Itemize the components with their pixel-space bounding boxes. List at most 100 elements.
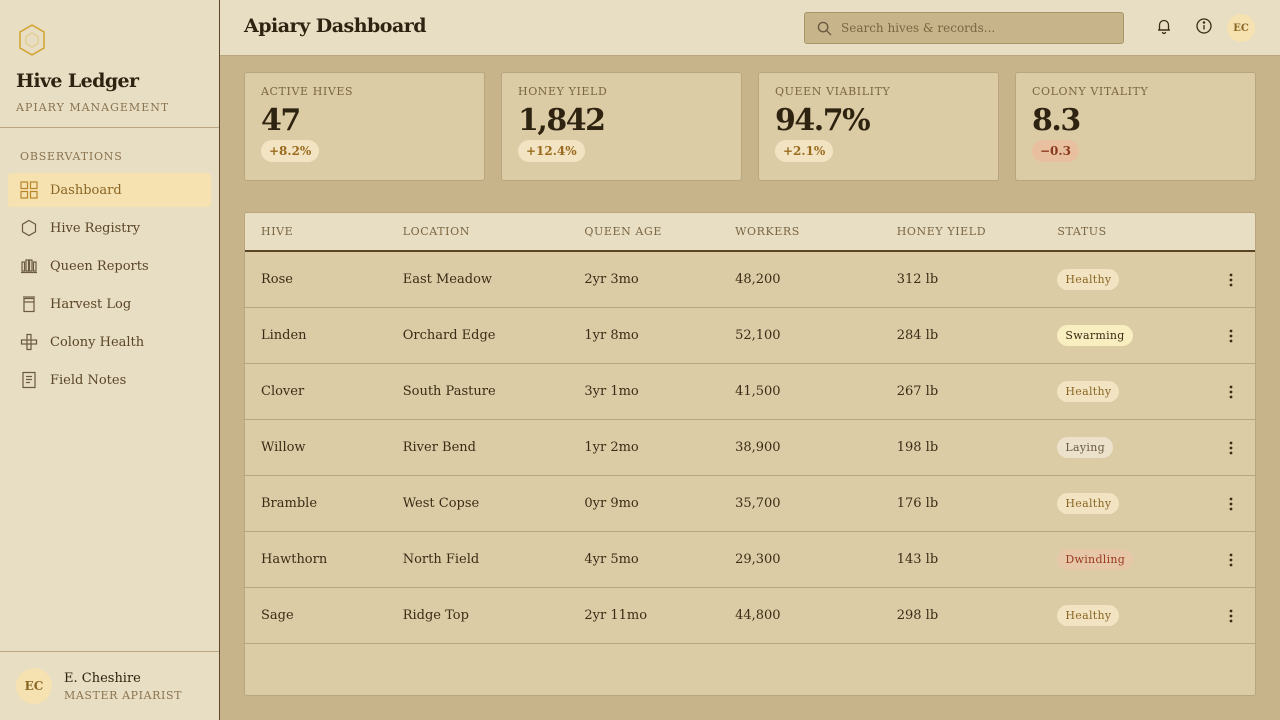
sidebar-item-harvest-log[interactable]: Harvest Log [8,287,211,321]
jar-icon [23,296,35,313]
column-header-workers[interactable]: WORKERS [735,225,897,238]
sidebar-item-field-notes[interactable]: Field Notes [8,363,211,397]
info-icon[interactable] [1195,17,1213,35]
nav-section-title: OBSERVATIONS [20,150,123,163]
cell-location: West Copse [402,496,480,511]
stat-card-active-hives: ACTIVE HIVES 47 +8.2% [244,72,485,181]
avatar: EC [16,668,52,704]
stat-card-queen-viability: QUEEN VIABILITY 94.7% +2.1% [758,72,999,181]
stat-delta: −0.3 [1032,140,1079,162]
table-row[interactable]: Bramble West Copse 0yr 9mo 35,700 176 lb… [245,476,1255,532]
cell-queen-age: 1yr 8mo [584,328,639,343]
search-input[interactable] [841,21,1111,35]
cell-honey-yield: 312 lb [896,272,939,287]
notes-icon [22,371,36,389]
table-row[interactable]: Willow River Bend 1yr 2mo 38,900 198 lb … [245,420,1255,476]
stat-value: 94.7% [775,103,871,138]
cell-workers: 52,100 [735,328,781,343]
cell-workers: 35,700 [735,496,781,511]
cell-queen-age: 2yr 11mo [584,608,648,623]
search-icon [817,21,832,36]
cell-workers: 41,500 [735,384,781,399]
sidebar-nav: Dashboard Hive Registry Queen Reports Ha… [0,173,219,397]
crown-icon [21,259,37,274]
table-row[interactable]: Linden Orchard Edge 1yr 8mo 52,100 284 l… [245,308,1255,364]
status-badge: Healthy [1057,381,1120,402]
hive-table: HIVE LOCATION QUEEN AGE WORKERS HONEY YI… [244,212,1256,696]
status-badge: Swarming [1057,325,1133,346]
cell-workers: 38,900 [735,440,781,455]
user-profile[interactable]: EC E. Cheshire MASTER APIARIST [0,651,219,720]
stat-delta: +12.4% [518,140,585,162]
sidebar-item-label: Queen Reports [50,258,149,274]
user-role: MASTER APIARIST [64,688,183,702]
cell-workers: 44,800 [735,608,781,623]
hexagon-icon [21,219,37,237]
more-options-icon[interactable] [1223,608,1239,624]
cell-hive: Sage [261,608,294,623]
stat-label: HONEY YIELD [518,85,608,98]
sidebar-item-colony-health[interactable]: Colony Health [8,325,211,359]
cell-honey-yield: 143 lb [896,552,939,567]
stat-label: QUEEN VIABILITY [775,85,891,98]
table-row[interactable]: Rose East Meadow 2yr 3mo 48,200 312 lb H… [245,252,1255,308]
cell-queen-age: 0yr 9mo [584,496,639,511]
hive-logo-icon [19,24,45,56]
column-header-hive[interactable]: HIVE [245,225,403,238]
stat-label: COLONY VITALITY [1032,85,1149,98]
page-title: Apiary Dashboard [244,15,427,37]
brand: Hive Ledger APIARY MANAGEMENT [0,0,219,128]
search-box[interactable] [804,12,1124,44]
cell-honey-yield: 284 lb [896,328,939,343]
more-options-icon[interactable] [1223,552,1239,568]
table-row[interactable]: Clover South Pasture 3yr 1mo 41,500 267 … [245,364,1255,420]
more-options-icon[interactable] [1223,384,1239,400]
sidebar-item-label: Colony Health [50,334,145,350]
table-row[interactable]: Sage Ridge Top 2yr 11mo 44,800 298 lb He… [245,588,1255,644]
column-header-queen-age[interactable]: QUEEN AGE [584,225,735,238]
status-badge: Healthy [1057,493,1120,514]
header-avatar[interactable]: EC [1227,14,1255,42]
cell-queen-age: 1yr 2mo [584,440,639,455]
cell-hive: Linden [261,328,307,343]
cell-hive: Clover [261,384,305,399]
cell-location: River Bend [402,440,476,455]
cell-hive: Willow [261,440,306,455]
cell-location: East Meadow [402,272,493,287]
cell-workers: 29,300 [735,552,781,567]
sidebar-item-label: Hive Registry [50,220,141,236]
more-options-icon[interactable] [1223,496,1239,512]
table-row[interactable]: Hawthorn North Field 4yr 5mo 29,300 143 … [245,532,1255,588]
status-badge: Healthy [1057,269,1120,290]
cell-location: South Pasture [402,384,496,399]
stat-cards: ACTIVE HIVES 47 +8.2% HONEY YIELD 1,842 … [244,72,1256,181]
cell-location: Ridge Top [402,608,469,623]
cell-honey-yield: 198 lb [896,440,939,455]
status-badge: Dwindling [1057,549,1134,570]
brand-name: Hive Ledger [16,70,139,92]
sidebar-item-dashboard[interactable]: Dashboard [8,173,211,207]
more-options-icon[interactable] [1223,272,1239,288]
stat-label: ACTIVE HIVES [261,85,354,98]
column-header-honey-yield[interactable]: HONEY YIELD [897,225,1058,238]
grid-icon [20,181,38,199]
sidebar-item-label: Field Notes [50,372,127,388]
bell-icon[interactable] [1155,17,1173,35]
user-name: E. Cheshire [64,670,141,686]
stat-value: 1,842 [518,103,606,138]
sidebar-item-hive-registry[interactable]: Hive Registry [8,211,211,245]
column-header-status[interactable]: STATUS [1057,225,1207,238]
status-badge: Healthy [1057,605,1120,626]
more-options-icon[interactable] [1223,328,1239,344]
health-cross-icon [20,333,38,351]
column-header-location[interactable]: LOCATION [403,225,585,238]
top-header: Apiary Dashboard EC [220,0,1280,56]
cell-queen-age: 4yr 5mo [584,552,639,567]
cell-honey-yield: 267 lb [896,384,939,399]
more-options-icon[interactable] [1223,440,1239,456]
sidebar-item-queen-reports[interactable]: Queen Reports [8,249,211,283]
cell-hive: Hawthorn [261,552,328,567]
stat-card-colony-vitality: COLONY VITALITY 8.3 −0.3 [1015,72,1256,181]
cell-queen-age: 2yr 3mo [584,272,639,287]
stat-card-honey-yield: HONEY YIELD 1,842 +12.4% [501,72,742,181]
